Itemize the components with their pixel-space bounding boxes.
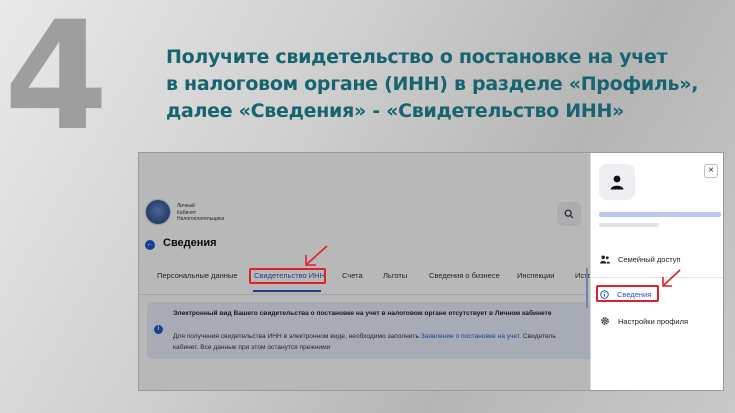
- drawer-item-family-access[interactable]: Семейный доступ: [600, 252, 681, 266]
- active-tab-indicator: [253, 290, 321, 292]
- headline-line-1: Получите свидетельство о постановке на у…: [166, 46, 668, 68]
- tab-business-info[interactable]: Сведения о бизнесе: [429, 271, 500, 280]
- gear-icon: [601, 317, 609, 325]
- scrollbar[interactable]: [586, 268, 588, 308]
- tab-inspections[interactable]: Инспекции: [517, 271, 554, 280]
- user-icon: [610, 175, 624, 190]
- drawer-item-profile-settings[interactable]: Настройки профиля: [600, 314, 688, 328]
- tab-personal-data[interactable]: Персональные данные: [157, 271, 238, 280]
- pointer-arrow-drawer: [662, 269, 681, 287]
- fns-logo-icon[interactable]: [145, 199, 171, 225]
- page-title: Сведения: [163, 237, 217, 249]
- headline-line-3: далее «Сведения» - «Свидетельство ИНН»: [166, 100, 625, 122]
- family-icon: [600, 255, 610, 263]
- back-arrow-icon[interactable]: ←: [145, 240, 155, 250]
- notice-body-line-2: кабинет. Все данные при этом останутся п…: [173, 344, 331, 351]
- app-screenshot: Личный Кабинет Налогоплательщика ← Сведе…: [138, 152, 724, 391]
- notice-body-line: Для получения свидетельства ИНН в электр…: [173, 331, 556, 342]
- notice-body: Для получения свидетельства ИНН в электр…: [173, 331, 556, 353]
- tab-highlight-box: [249, 268, 326, 284]
- info-icon: i: [154, 325, 163, 334]
- search-button[interactable]: [557, 202, 581, 226]
- notice-text: . Свидетель: [519, 333, 556, 340]
- application-link[interactable]: Заявление о постановке на учет: [421, 333, 519, 340]
- profile-drawer: × Семейный доступ Сведения Настройки про…: [590, 153, 723, 390]
- drawer-item-label: Семейный доступ: [618, 254, 681, 264]
- user-meta-redacted: [599, 223, 659, 227]
- step-number: 4: [4, 0, 108, 164]
- search-icon: [564, 209, 574, 219]
- notice-card: i Электронный вид Вашего свидетельства о…: [147, 302, 593, 359]
- instruction-headline: Получите свидетельство о постановке на у…: [166, 44, 726, 125]
- avatar: [599, 164, 635, 200]
- tab-bar: Персональные данные Свидетельство ИНН Сч…: [157, 271, 627, 289]
- tabs-divider: [139, 294, 589, 295]
- close-icon[interactable]: ×: [704, 164, 718, 178]
- drawer-highlight-box: [596, 285, 659, 302]
- notice-title: Электронный вид Вашего свидетельства о п…: [173, 310, 552, 317]
- logo-text: Личный Кабинет Налогоплательщика: [177, 203, 224, 223]
- tab-accounts[interactable]: Счета: [342, 271, 363, 280]
- user-name-redacted: [599, 212, 721, 217]
- headline-line-2: в налоговом органе (ИНН) в разделе «Проф…: [166, 73, 699, 95]
- logo-line: Налогоплательщика: [177, 216, 225, 222]
- drawer-divider: [591, 277, 723, 278]
- notice-text: Для получения свидетельства ИНН в электр…: [173, 333, 421, 340]
- tab-benefits[interactable]: Льготы: [383, 271, 407, 280]
- drawer-item-label: Настройки профиля: [618, 316, 689, 326]
